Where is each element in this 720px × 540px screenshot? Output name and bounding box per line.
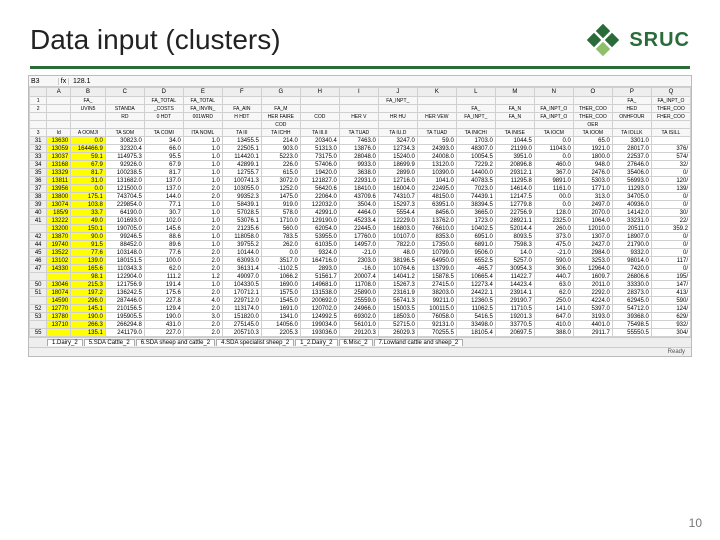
table-row[interactable]: 13710266.3266294.8431.02.0275145.014056.… bbox=[30, 321, 691, 329]
name-box[interactable]: B3 bbox=[29, 78, 59, 85]
table-row[interactable]: 14590296.0287446.0227.84.0229712.01545.0… bbox=[30, 297, 691, 305]
table-row[interactable]: 411322249.0101693.0102.01.053076.11710.0… bbox=[30, 217, 691, 225]
slide-number: 10 bbox=[689, 516, 702, 530]
table-row[interactable]: 351332981.7100238.581.71.012755.7615.019… bbox=[30, 169, 691, 177]
col-header[interactable]: B bbox=[71, 88, 106, 97]
table-row[interactable]: 13200150.1190705.0145.62.021235.6560.062… bbox=[30, 225, 691, 233]
sheet-tab-bar: 1.Dairy_25.SDA Cattle_26.SDA sheep and c… bbox=[29, 337, 691, 347]
table-row[interactable]: 441974091.588452.089.61.039755.2262.0610… bbox=[30, 241, 691, 249]
status-bar: Ready bbox=[29, 347, 691, 356]
col-header[interactable]: O bbox=[573, 88, 612, 97]
table-row[interactable]: 451352277.6103148.077.62.010144.00.09324… bbox=[30, 249, 691, 257]
table-row[interactable]: 3213059164466.932320.466.01.022505.1903.… bbox=[30, 145, 691, 153]
table-row[interactable]: 331303759.1114975.395.51.0114420.15223.0… bbox=[30, 153, 691, 161]
formula-bar: B3 fx 128.1 bbox=[29, 76, 691, 87]
col-header[interactable]: G bbox=[261, 88, 300, 97]
col-header[interactable]: K bbox=[417, 88, 456, 97]
table-row[interactable]: 5212770145.1210156.5129.42.0113174.01691… bbox=[30, 305, 691, 313]
table-row[interactable]: 98.1122904.0111.21.249097.01066.251561.7… bbox=[30, 273, 691, 281]
table-row[interactable]: 31136300.030823.034.01.013455.5214.02034… bbox=[30, 137, 691, 145]
formula-value[interactable]: 128.1 bbox=[69, 78, 91, 85]
page-title: Data input (clusters) bbox=[30, 24, 281, 56]
table-row[interactable]: 5013046215.3121756.9191.41.0104330.51690… bbox=[30, 281, 691, 289]
col-header[interactable]: M bbox=[495, 88, 534, 97]
col-header[interactable]: I bbox=[339, 88, 378, 97]
header-divider bbox=[30, 66, 690, 69]
brand-text: SRUC bbox=[629, 29, 690, 52]
col-header[interactable]: N bbox=[534, 88, 573, 97]
spreadsheet-app: B3 fx 128.1 ABCDEFGHIJKLMNOPQ 1FA_FA_TOT… bbox=[28, 75, 692, 357]
brand-logo: SRUC bbox=[585, 22, 690, 58]
col-header[interactable]: L bbox=[456, 88, 495, 97]
table-row[interactable]: 341316867.992926.067.91.042899.1226.0574… bbox=[30, 161, 691, 169]
sheet-tab[interactable]: 7.Lowland cattle and sheep_2 bbox=[374, 339, 464, 346]
table-row[interactable]: 55135.1241179.0227.02.0205710.32205.3193… bbox=[30, 329, 691, 337]
col-header[interactable]: D bbox=[144, 88, 183, 97]
table-row[interactable]: 4613102139.0180151.5100.02.063093.03517.… bbox=[30, 257, 691, 265]
table-row[interactable]: 4714330165.6110343.362.02.036131.4-1102.… bbox=[30, 265, 691, 273]
col-header[interactable]: P bbox=[612, 88, 651, 97]
table-row[interactable]: 37139560.0121500.0137.02.0103055.01252.0… bbox=[30, 185, 691, 193]
sruc-diamond-icon bbox=[585, 22, 621, 58]
col-header[interactable]: E bbox=[183, 88, 222, 97]
table-row[interactable]: 40185/933.764190.030.71.057028.5578.0429… bbox=[30, 209, 691, 217]
table-row[interactable]: 5118074197.2136242.5175.62.0170712.11575… bbox=[30, 289, 691, 297]
sheet-tab[interactable]: 1.Dairy_2 bbox=[47, 339, 83, 346]
col-header[interactable]: A bbox=[47, 88, 71, 97]
table-row[interactable]: 5313780190.0195905.5190.03.0151820.01341… bbox=[30, 313, 691, 321]
col-header[interactable]: C bbox=[105, 88, 144, 97]
sheet-tab[interactable]: 1_2.Dairy_2 bbox=[295, 339, 337, 346]
sheet-tab[interactable]: 5.SDA Cattle_2 bbox=[84, 339, 135, 346]
sheet-tab[interactable]: 6.Misc_2 bbox=[339, 339, 373, 346]
table-row[interactable]: 361381131.0131682.0137.01.0100741.33072.… bbox=[30, 177, 691, 185]
col-header[interactable]: H bbox=[300, 88, 339, 97]
table-row[interactable]: 421387090.099246.588.61.0118058.0783.553… bbox=[30, 233, 691, 241]
col-header[interactable]: Q bbox=[651, 88, 690, 97]
table-row[interactable]: 3813800175.1743704.5144.02.099352.31475.… bbox=[30, 193, 691, 201]
sheet-tab[interactable]: 4.SDA specialist sheep_2 bbox=[216, 339, 294, 346]
spreadsheet-grid[interactable]: ABCDEFGHIJKLMNOPQ 1FA_FA_TOTALFA_TOTALFA… bbox=[29, 87, 691, 337]
table-row[interactable]: 3913074103.8229854.077.11.058439.1919.01… bbox=[30, 201, 691, 209]
col-header[interactable]: J bbox=[378, 88, 417, 97]
col-header[interactable]: F bbox=[222, 88, 261, 97]
sheet-tab[interactable]: 6.SDA sheep and cattle_2 bbox=[136, 339, 215, 346]
fx-icon[interactable]: fx bbox=[59, 78, 69, 85]
